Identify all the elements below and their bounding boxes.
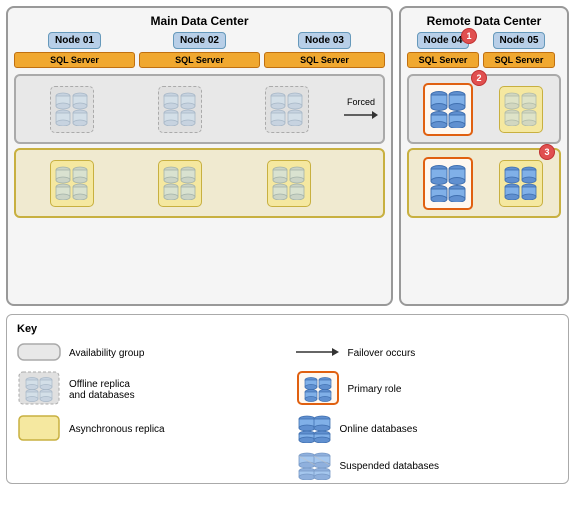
main-r2-n1 xyxy=(20,160,124,207)
top-area: Main Data Center Node 01 SQL Server Node… xyxy=(6,6,569,306)
remote-r2-n4 xyxy=(413,157,482,210)
main-nodes-row: Node 01 SQL Server Node 02 SQL Server No… xyxy=(14,32,385,68)
remote-r1-n4 xyxy=(413,83,482,136)
main-ag-rows: Forced xyxy=(14,74,385,218)
key-ag-label: Availability group xyxy=(69,348,144,359)
node03-sql: SQL Server xyxy=(264,52,385,68)
key-item-ag: Availability group xyxy=(17,341,280,366)
async-replica-2-2 xyxy=(158,160,202,207)
key-offline-label: Offline replicaand databases xyxy=(69,379,135,401)
main-dc-label: Main Data Center xyxy=(14,14,385,28)
remote-dc-label: Remote Data Center xyxy=(407,14,561,28)
badge-2: 2 xyxy=(471,70,487,86)
node02-sql: SQL Server xyxy=(139,52,260,68)
forced-label: Forced xyxy=(347,97,375,107)
key-suspended-icon xyxy=(296,450,332,483)
db-cylinders-async-2-2 xyxy=(162,164,198,200)
node01-label: Node 01 xyxy=(48,32,101,49)
node05-col: Node 05 SQL Server xyxy=(483,32,555,68)
key-failover-label: Failover occurs xyxy=(348,348,416,359)
diagram-container: Main Data Center Node 01 SQL Server Node… xyxy=(0,0,575,520)
key-box: Key Availability group Failover occurs xyxy=(6,314,569,484)
node03-col: Node 03 SQL Server xyxy=(264,32,385,68)
main-r1-n1 xyxy=(20,86,124,133)
main-r2-n2 xyxy=(128,160,232,207)
arrow-icon xyxy=(344,108,378,122)
remote-r2-n5 xyxy=(486,160,555,207)
main-dc: Main Data Center Node 01 SQL Server Node… xyxy=(6,6,393,306)
offline-replica-1-2 xyxy=(158,86,202,133)
key-suspended-label: Suspended databases xyxy=(340,461,440,472)
node02-label: Node 02 xyxy=(173,32,226,49)
node02-col: Node 02 SQL Server xyxy=(139,32,260,68)
key-failover-icon xyxy=(296,344,340,363)
key-offline-icon xyxy=(17,370,61,409)
key-async-label: Asynchronous replica xyxy=(69,424,165,435)
main-ag-row-2 xyxy=(14,148,385,218)
db-cylinders-offline-1-3 xyxy=(269,90,305,126)
key-item-suspended: Suspended databases xyxy=(296,450,559,483)
key-item-async: Asynchronous replica xyxy=(17,413,280,446)
remote-nodes-row: Node 04 1 SQL Server Node 05 SQL Server xyxy=(407,32,561,68)
offline-replica-1-1 xyxy=(50,86,94,133)
db-cylinders-async-2-1 xyxy=(54,164,90,200)
db-cylinders-suspended-2-5 xyxy=(503,164,539,200)
node01-col: Node 01 SQL Server xyxy=(14,32,135,68)
remote-r1-n5 xyxy=(486,86,555,133)
db-cylinders-offline-1-2 xyxy=(162,90,198,126)
main-r1-n2 xyxy=(128,86,232,133)
node03-label: Node 03 xyxy=(298,32,351,49)
main-ag-row-1: Forced xyxy=(14,74,385,144)
key-primary-label: Primary role xyxy=(348,384,402,395)
db-cylinders-offline-1-5 xyxy=(503,90,539,126)
key-title: Key xyxy=(17,323,558,335)
badge-3: 3 xyxy=(539,144,555,160)
db-cylinders-async-2-3 xyxy=(271,164,307,200)
key-item-offline: Offline replicaand databases xyxy=(17,370,280,409)
node04-sql: SQL Server xyxy=(407,52,479,68)
key-ag-icon xyxy=(17,341,61,366)
key-online-icon xyxy=(296,413,332,446)
key-online-label: Online databases xyxy=(340,424,418,435)
badge-1: 1 xyxy=(461,28,477,44)
async-replica-2-1 xyxy=(50,160,94,207)
remote-ag-row-2: 3 xyxy=(407,148,561,218)
key-item-failover: Failover occurs xyxy=(296,341,559,366)
forced-arrow: Forced xyxy=(343,97,379,122)
main-r1-n3 xyxy=(235,86,339,133)
key-item-empty xyxy=(17,450,280,483)
db-cylinders-online-2 xyxy=(428,162,468,202)
remote-ag-row-1: 2 xyxy=(407,74,561,144)
key-primary-icon xyxy=(296,370,340,409)
node04-col: Node 04 1 SQL Server xyxy=(407,32,479,68)
key-async-icon xyxy=(17,414,61,445)
primary-role-node4-ag2 xyxy=(423,157,473,210)
remote-ag-rows: 2 xyxy=(407,74,561,218)
node01-sql: SQL Server xyxy=(14,52,135,68)
offline-replica-1-3 xyxy=(265,86,309,133)
node05-sql: SQL Server xyxy=(483,52,555,68)
primary-role-node4-ag1 xyxy=(423,83,473,136)
key-item-online: Online databases xyxy=(296,413,559,446)
db-cylinders-online-1 xyxy=(428,88,468,128)
key-item-primary: Primary role xyxy=(296,370,559,409)
node05-label: Node 05 xyxy=(493,32,546,49)
async-replica-1-5 xyxy=(499,86,543,133)
async-replica-2-3 xyxy=(267,160,311,207)
remote-dc: Remote Data Center Node 04 1 SQL Server … xyxy=(399,6,569,306)
async-replica-2-5 xyxy=(499,160,543,207)
db-cylinders-offline-1-1 xyxy=(54,90,90,126)
main-r2-n3 xyxy=(237,160,341,207)
